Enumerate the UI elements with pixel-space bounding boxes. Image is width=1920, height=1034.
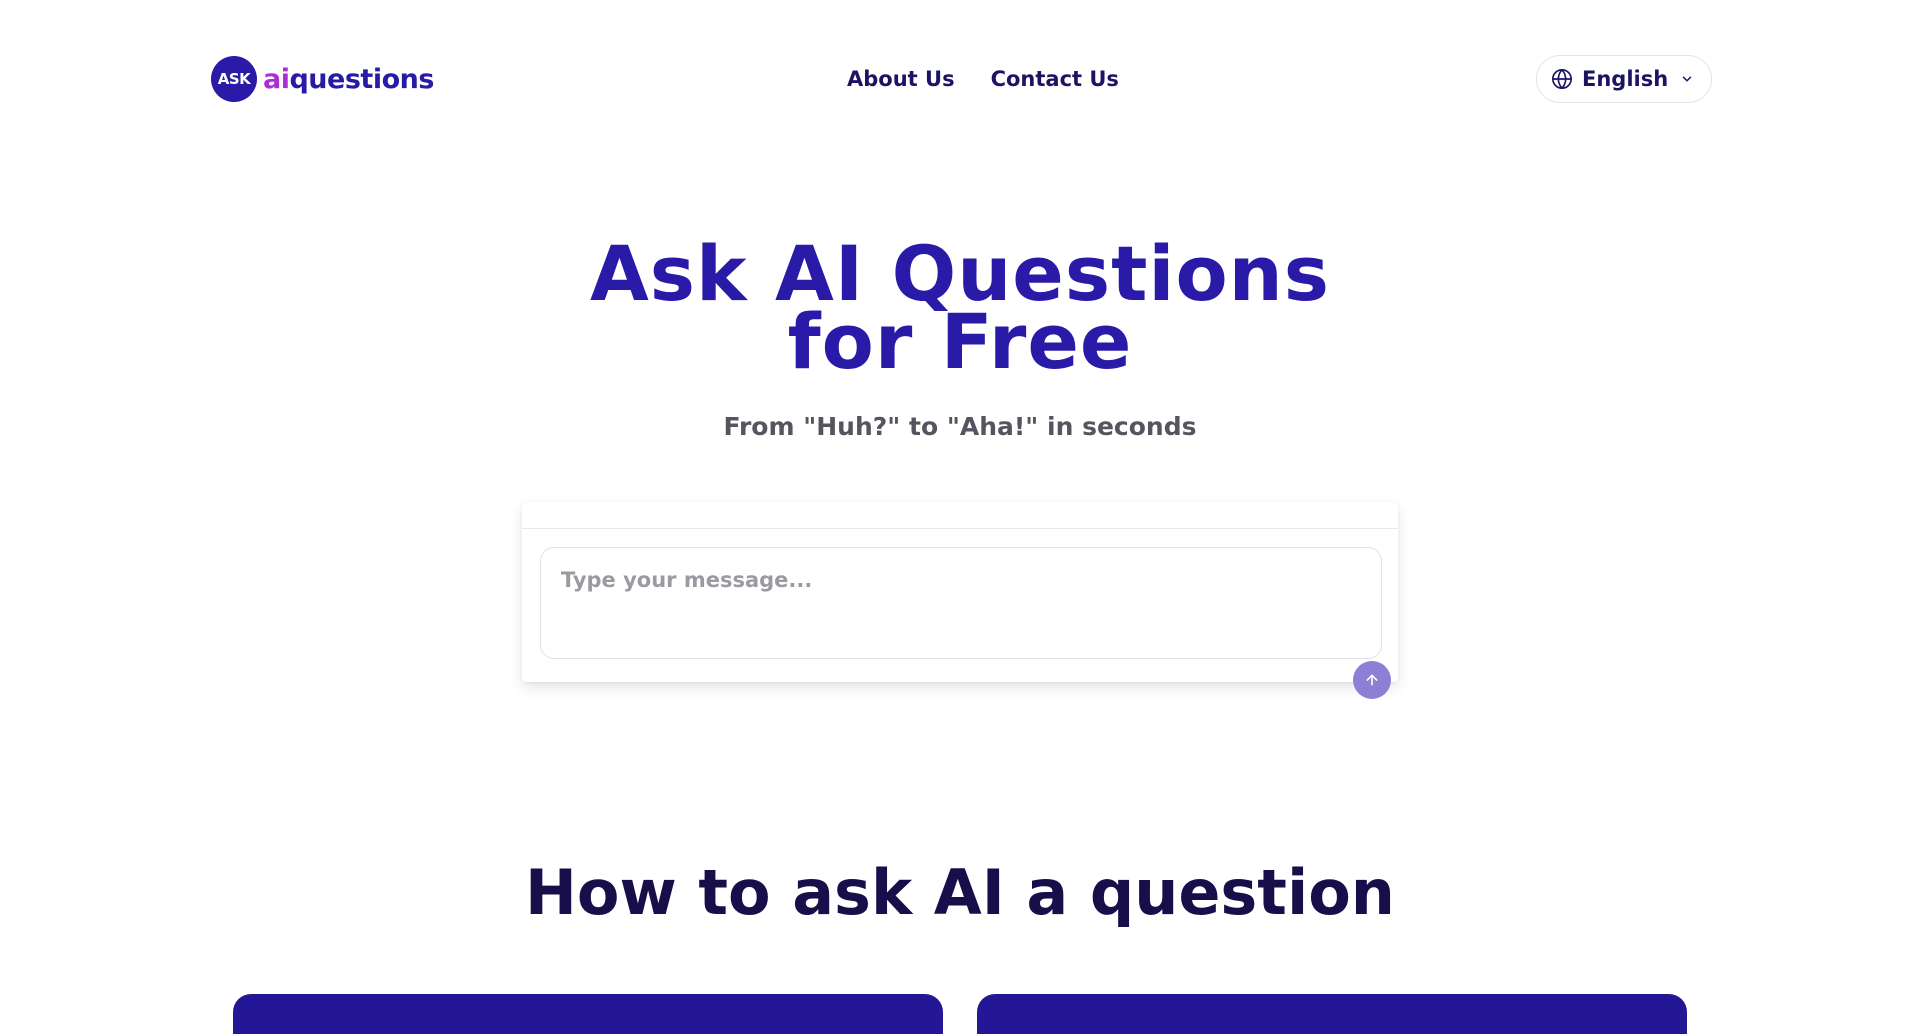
nav-about-us[interactable]: About Us (847, 64, 955, 94)
main-nav: About Us Contact Us (847, 64, 1119, 94)
site-header: ASK aiquestions About Us Contact Us Engl… (0, 0, 1920, 160)
language-selector[interactable]: English (1536, 55, 1712, 103)
nav-contact-us[interactable]: Contact Us (991, 64, 1119, 94)
hero-subtitle: From "Huh?" to "Aha!" in seconds (723, 412, 1197, 441)
logo-badge: ASK (211, 56, 257, 102)
step-card (233, 994, 943, 1034)
chevron-down-icon (1680, 72, 1694, 86)
logo-wordmark: aiquestions (263, 66, 434, 93)
logo-ai-text: ai (263, 63, 290, 95)
how-to-title: How to ask AI a question (525, 856, 1395, 929)
message-input[interactable] (541, 548, 1381, 658)
site-logo[interactable]: ASK aiquestions (211, 56, 434, 102)
globe-icon (1551, 68, 1573, 90)
chat-input-box (540, 547, 1391, 699)
hero-title-line-2: for Free (787, 297, 1133, 386)
language-label: English (1582, 67, 1669, 91)
chat-card (522, 502, 1398, 699)
logo-questions-text: questions (289, 63, 434, 95)
step-card (977, 994, 1687, 1034)
hero-title: Ask AI Questions for Free (0, 236, 1920, 386)
chat-divider (522, 528, 1398, 529)
arrow-up-icon (1364, 672, 1380, 688)
send-button[interactable] (1353, 661, 1391, 699)
